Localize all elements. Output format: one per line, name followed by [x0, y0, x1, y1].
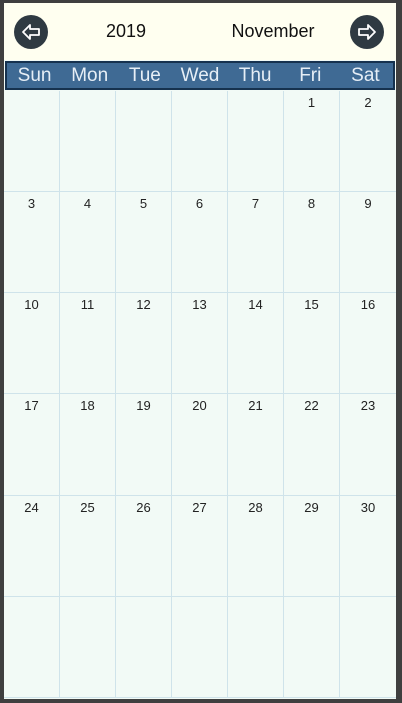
day-number: 10 [24, 297, 39, 313]
day-number: 15 [304, 297, 319, 313]
day-number: 1 [307, 95, 316, 110]
day-cell[interactable]: 7 [228, 192, 284, 294]
day-number: 18 [80, 398, 95, 414]
day-cell[interactable]: 6 [172, 192, 228, 294]
day-number: 25 [80, 499, 95, 515]
weekday-fri: Fri [299, 65, 322, 86]
day-cell[interactable]: 30 [340, 496, 396, 597]
day-cell[interactable]: 28 [228, 495, 284, 597]
day-cell[interactable]: 8 [284, 192, 340, 294]
day-cell[interactable]: 12 [116, 293, 172, 395]
day-number: 6 [195, 196, 204, 212]
day-cell[interactable]: 14 [228, 293, 284, 395]
arrow-right-icon [358, 24, 376, 40]
calendar-grid: 1 2 3 4 5 6 7 8 9 10 11 12 13 14 15 16 17 18 19 20 21 22 23 24 2… [4, 91, 396, 698]
day-cell[interactable]: 24 [4, 495, 60, 597]
day-number: 17 [24, 398, 39, 414]
day-cell[interactable]: 16 [340, 293, 396, 395]
day-number: 11 [80, 297, 95, 313]
next-month-button[interactable] [350, 15, 384, 49]
day-cell[interactable] [172, 596, 228, 698]
weekday-header: Sun Mon Tue Wed Thu Fri Sat [5, 61, 395, 90]
calendar-header: 2019 November [4, 3, 396, 60]
day-cell[interactable]: 4 [60, 192, 116, 294]
day-cell[interactable] [284, 596, 340, 698]
year-label: 2019 [105, 21, 147, 41]
day-cell[interactable] [60, 596, 116, 698]
day-cell[interactable]: 10 [4, 293, 60, 395]
day-number: 21 [248, 398, 263, 414]
day-number: 9 [364, 196, 372, 212]
day-number: 28 [248, 499, 263, 515]
day-number: 27 [192, 499, 207, 515]
weekday-tue: Tue [128, 65, 161, 86]
day-number: 29 [304, 499, 319, 515]
weekday-wed: Wed [180, 65, 220, 86]
day-cell[interactable] [116, 91, 172, 193]
day-cell[interactable] [60, 91, 116, 193]
day-number: 23 [360, 398, 376, 414]
day-cell[interactable]: 26 [116, 495, 172, 597]
weekday-sat: Sat [351, 65, 380, 86]
day-cell[interactable] [228, 91, 284, 193]
day-number: 14 [248, 297, 263, 313]
day-number: 16 [360, 297, 376, 313]
day-number: 12 [136, 297, 151, 313]
day-number: 8 [307, 196, 316, 212]
calendar-window: 2019 November Sun Mon Tue Wed Thu Fri Sa… [4, 3, 396, 699]
prev-month-button[interactable] [14, 15, 48, 49]
day-cell[interactable]: 27 [172, 495, 228, 597]
day-number: 24 [24, 499, 39, 515]
day-number: 7 [251, 196, 260, 212]
day-number: 26 [136, 499, 151, 515]
day-cell[interactable] [228, 596, 284, 698]
day-cell[interactable]: 17 [4, 394, 60, 496]
day-cell[interactable]: 29 [284, 495, 340, 597]
weekday-thu: Thu [238, 65, 272, 86]
day-cell[interactable]: 15 [284, 293, 340, 395]
day-cell[interactable]: 23 [340, 394, 396, 496]
day-number: 13 [192, 297, 207, 313]
day-cell[interactable] [340, 597, 396, 698]
day-cell[interactable]: 2 [340, 91, 396, 193]
month-label: November [231, 21, 315, 41]
day-number: 22 [304, 398, 319, 414]
day-number: 4 [83, 196, 92, 212]
day-cell[interactable]: 5 [116, 192, 172, 294]
day-number: 19 [136, 398, 151, 414]
day-number: 5 [139, 196, 148, 212]
day-number: 2 [364, 95, 372, 110]
day-cell[interactable] [116, 596, 172, 698]
day-cell[interactable] [4, 596, 60, 698]
day-cell[interactable] [172, 91, 228, 193]
weekday-sun: Sun [17, 65, 52, 86]
day-cell[interactable]: 20 [172, 394, 228, 496]
day-cell[interactable]: 18 [60, 394, 116, 496]
day-cell[interactable]: 3 [4, 192, 60, 294]
arrow-left-icon [22, 24, 40, 40]
day-number: 3 [27, 196, 36, 212]
day-cell[interactable]: 22 [284, 394, 340, 496]
day-number: 30 [360, 499, 376, 515]
day-cell[interactable]: 9 [340, 192, 396, 294]
day-cell[interactable]: 25 [60, 495, 116, 597]
day-cell[interactable]: 11 [60, 293, 116, 395]
day-cell[interactable]: 21 [228, 394, 284, 496]
weekday-mon: Mon [71, 65, 109, 86]
day-cell[interactable]: 19 [116, 394, 172, 496]
day-cell[interactable] [4, 91, 60, 193]
day-cell[interactable]: 13 [172, 293, 228, 395]
day-cell[interactable]: 1 [284, 91, 340, 193]
day-number: 20 [192, 398, 207, 414]
